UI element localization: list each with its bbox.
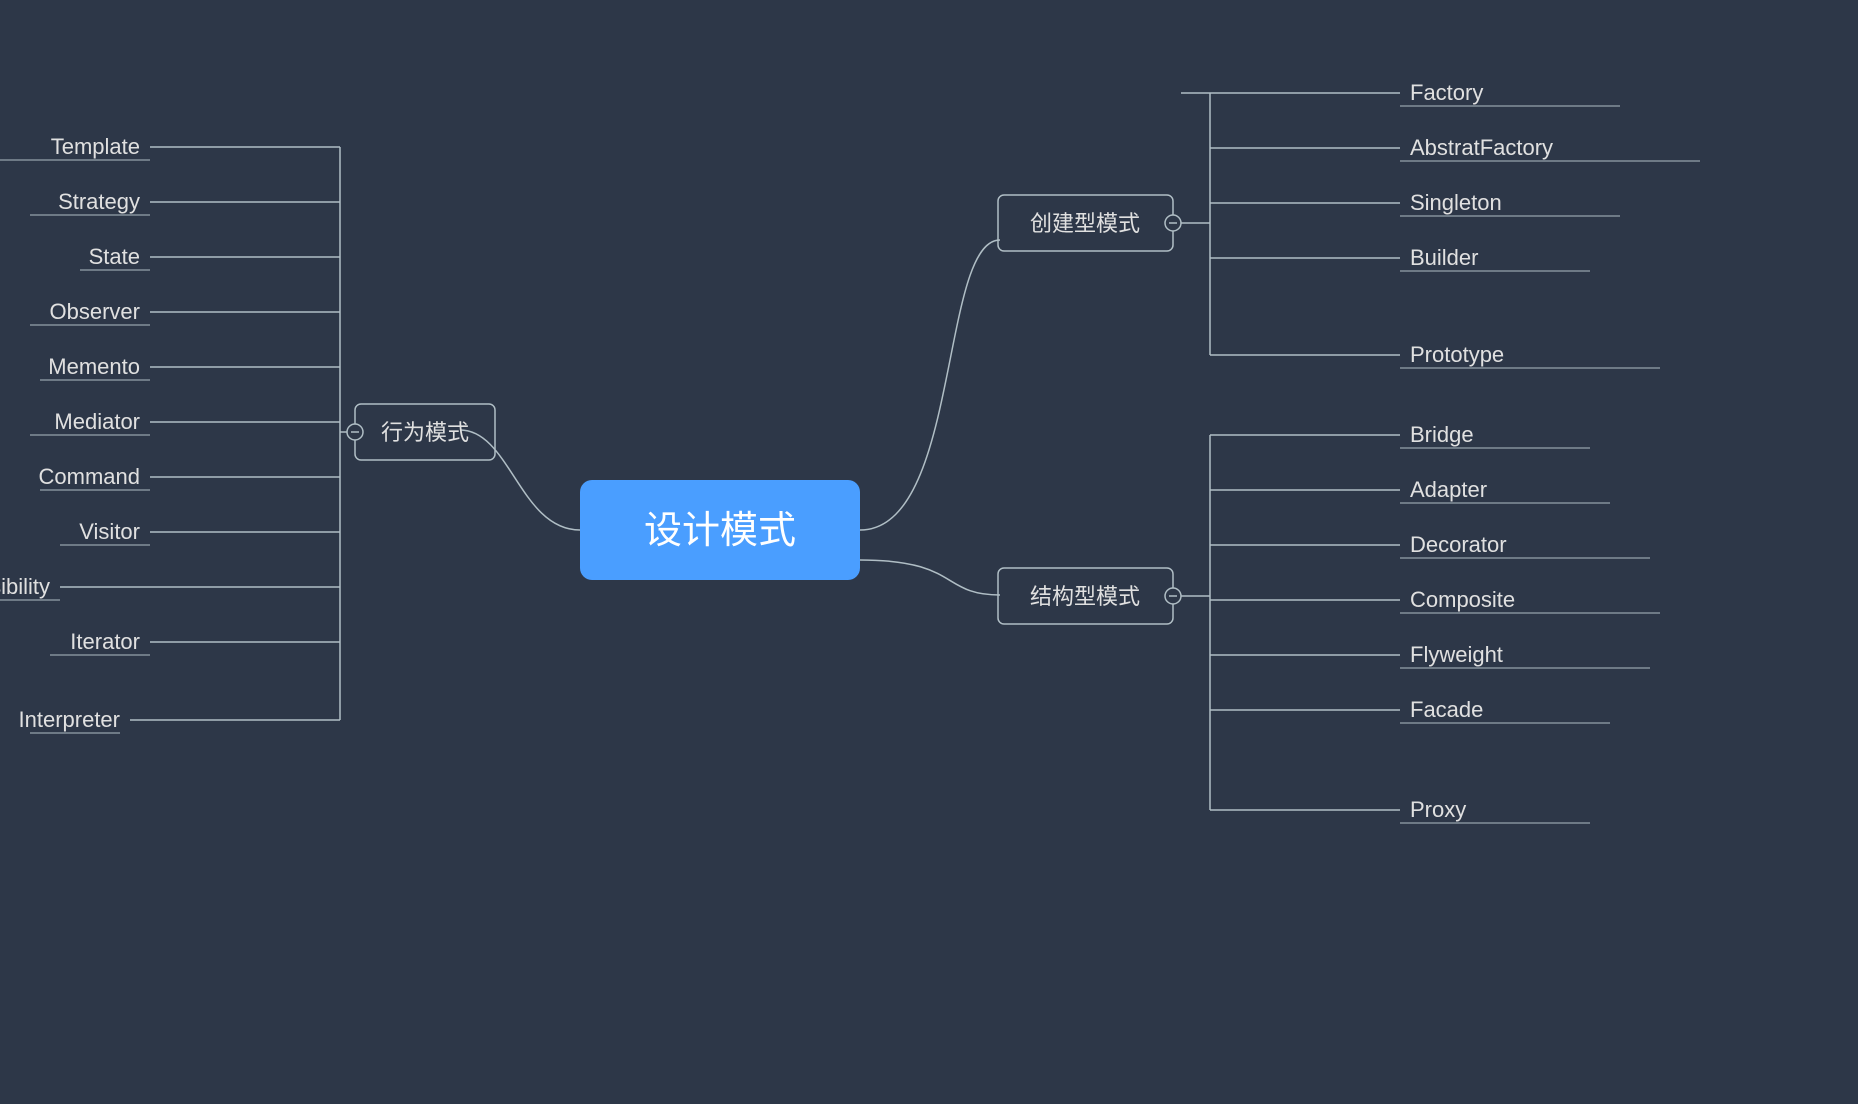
leaf-mediator: Mediator (54, 409, 140, 434)
leaf-factory: Factory (1410, 80, 1483, 105)
leaf-composite: Composite (1410, 587, 1515, 612)
leaf-singleton: Singleton (1410, 190, 1502, 215)
leaf-observer: Observer (50, 299, 140, 324)
leaf-iterator: Iterator (70, 629, 140, 654)
xingwei-label: 行为模式 (381, 420, 469, 445)
leaf-decorator: Decorator (1410, 532, 1507, 557)
leaf-proxy: Proxy (1410, 797, 1466, 822)
leaf-visitor: Visitor (79, 519, 140, 544)
center-label: 设计模式 (644, 510, 796, 552)
leaf-command: Command (39, 464, 140, 489)
leaf-chain: Chain of Responsibility (0, 574, 50, 599)
leaf-bridge: Bridge (1410, 422, 1474, 447)
leaf-facade: Facade (1410, 697, 1483, 722)
leaf-builder: Builder (1410, 245, 1478, 270)
leaf-template: Template (51, 134, 140, 159)
leaf-memento: Memento (48, 354, 140, 379)
leaf-strategy: Strategy (58, 189, 140, 214)
center-node: 设计模式 (580, 480, 860, 580)
leaf-interpreter: Interpreter (19, 707, 121, 732)
jiegou-label: 结构型模式 (1030, 584, 1140, 609)
leaf-adapter: Adapter (1410, 477, 1487, 502)
leaf-state: State (89, 244, 140, 269)
leaf-abstratfactory: AbstratFactory (1410, 135, 1553, 160)
leaf-prototype: Prototype (1410, 342, 1504, 367)
chuangjian-label: 创建型模式 (1030, 211, 1140, 236)
leaf-flyweight: Flyweight (1410, 642, 1503, 667)
